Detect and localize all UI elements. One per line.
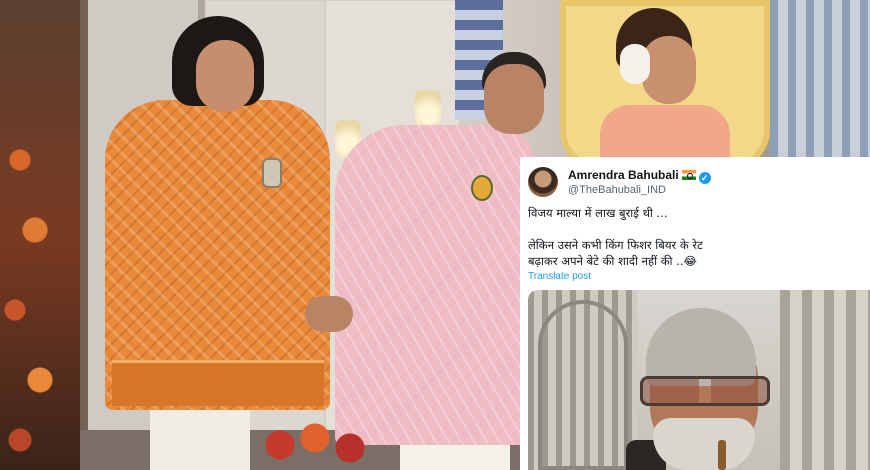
hair-flower xyxy=(620,44,650,84)
father-face xyxy=(484,64,544,134)
tweet-image[interactable] xyxy=(528,290,870,470)
author-name-line[interactable]: Amrendra Bahubali ✓ xyxy=(568,168,711,184)
chandelier-lamp xyxy=(415,90,441,130)
father-pink-sherwani xyxy=(335,125,535,445)
sherwani-hem xyxy=(112,360,324,406)
tweet-text-line: विजय माल्या में लाख बुराई थी ... xyxy=(528,206,668,220)
tweet-text-line: बढ़ाकर अपने बेटे की शादी नहीं की ..😂 xyxy=(528,254,697,268)
tweet-card[interactable]: Amrendra Bahubali ✓ @TheBahubali_IND विजय… xyxy=(520,157,870,470)
author-handle[interactable]: @TheBahubali_IND xyxy=(568,184,666,196)
verified-badge-icon: ✓ xyxy=(698,172,711,184)
tweet-text: विजय माल्या में लाख बुराई थी ... लेकिन उ… xyxy=(528,205,862,269)
woman-face xyxy=(642,36,696,104)
tweet-text-line: लेकिन उसने कभी किंग फिशर बियर के रेट xyxy=(528,238,703,252)
building-facade xyxy=(780,290,870,470)
sunglasses xyxy=(640,376,770,406)
groom-face xyxy=(196,40,254,112)
india-flag-icon xyxy=(681,170,696,180)
groom-trousers xyxy=(150,405,250,470)
marigold-decoration xyxy=(0,120,60,470)
cigar xyxy=(718,440,726,470)
tweet-header: Amrendra Bahubali ✓ @TheBahubali_IND xyxy=(528,165,862,199)
grey-hair xyxy=(646,308,756,386)
translate-post-link[interactable]: Translate post xyxy=(528,271,591,282)
avatar[interactable] xyxy=(528,167,558,197)
lattice-decoration xyxy=(770,0,870,170)
woman-figure xyxy=(600,105,730,165)
brooch xyxy=(262,158,282,188)
flower-decoration xyxy=(260,420,380,470)
author-name[interactable]: Amrendra Bahubali xyxy=(568,168,679,182)
holding-hands xyxy=(305,296,353,332)
brooch xyxy=(471,175,493,201)
gothic-arch xyxy=(538,300,628,470)
grey-beard xyxy=(653,418,755,470)
